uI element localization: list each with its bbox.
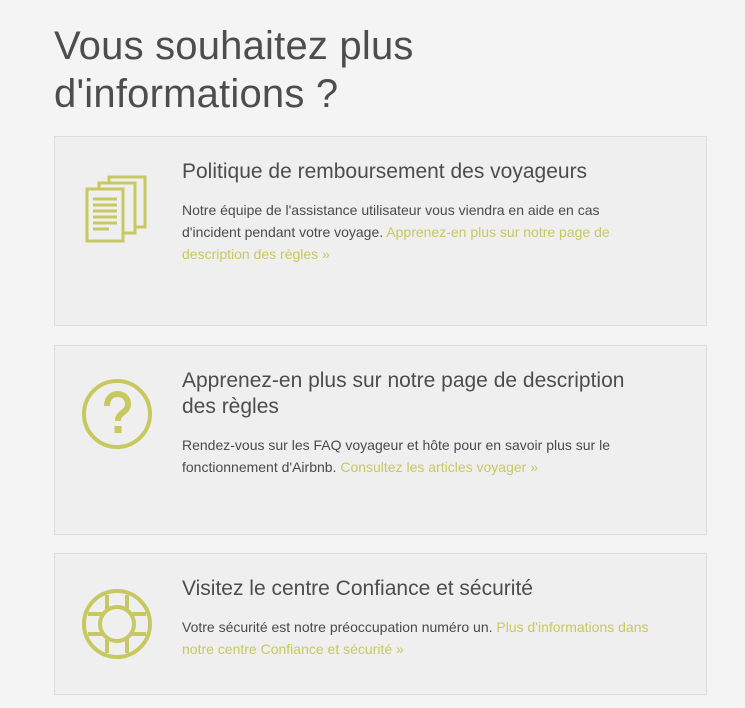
lifebuoy-icon (79, 586, 155, 662)
documents-icon (79, 169, 155, 245)
card-refund-policy: Politique de remboursement des voyageurs… (54, 136, 707, 326)
page-title: Vous souhaitez plus d'informations ? (54, 24, 414, 116)
card-body: Visitez le centre Confiance et sécurité … (182, 576, 652, 660)
card-body: Politique de remboursement des voyageurs… (182, 159, 652, 265)
card-body: Apprenez-en plus sur notre page de descr… (182, 368, 652, 478)
card-faq: Apprenez-en plus sur notre page de descr… (54, 345, 707, 535)
card-title: Visitez le centre Confiance et sécurité (182, 577, 533, 600)
traveler-articles-link[interactable]: Consultez les articles voyager » (340, 459, 538, 475)
card-text: Votre sécurité est notre préoccupation n… (182, 619, 493, 635)
card-title: Apprenez-en plus sur notre page de descr… (182, 369, 625, 418)
card-trust-safety: Visitez le centre Confiance et sécurité … (54, 553, 707, 695)
question-mark-icon (79, 376, 155, 452)
card-description: Votre sécurité est notre préoccupation n… (182, 616, 652, 660)
card-description: Rendez-vous sur les FAQ voyageur et hôte… (182, 434, 652, 478)
card-description: Notre équipe de l'assistance utilisateur… (182, 199, 652, 265)
card-title: Politique de remboursement des voyageurs (182, 160, 588, 183)
